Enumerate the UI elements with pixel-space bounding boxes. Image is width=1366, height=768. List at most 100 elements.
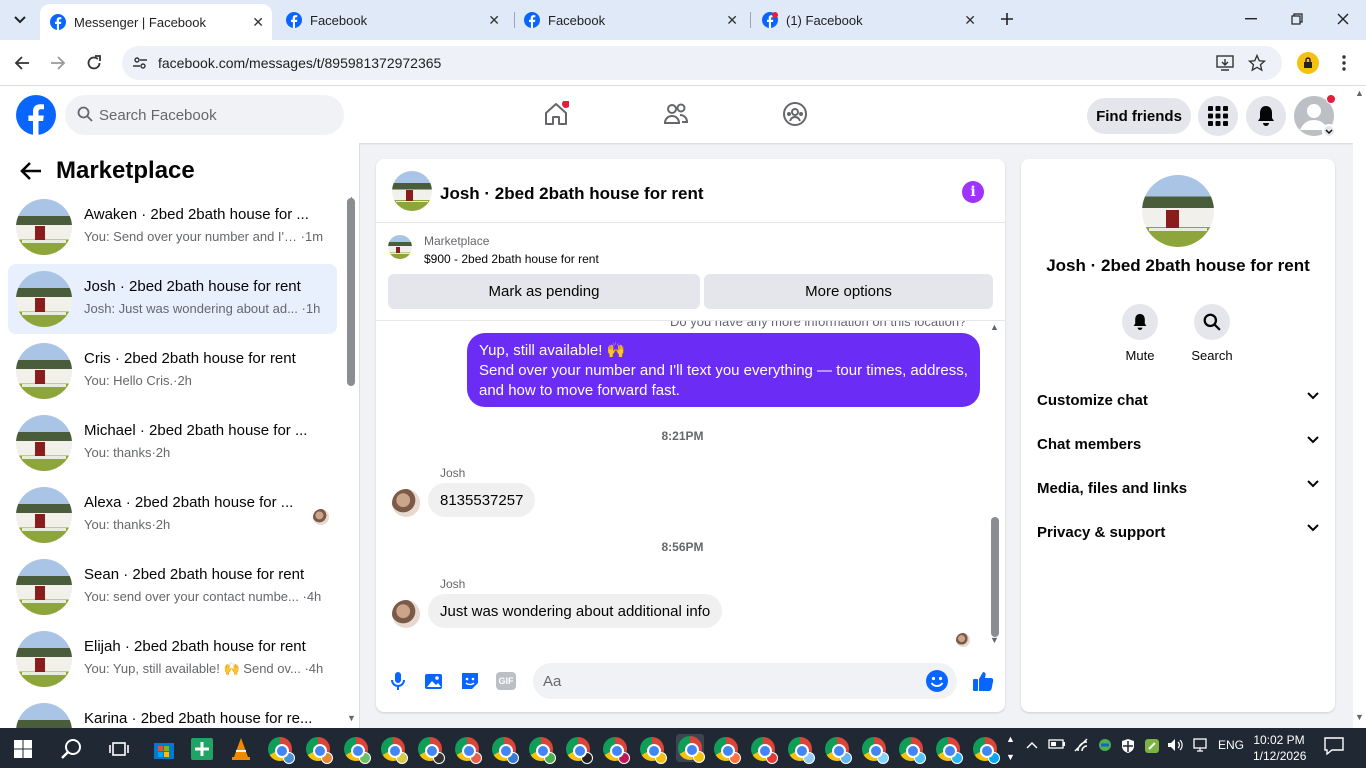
sidebar-scrollbar[interactable] xyxy=(347,198,355,386)
chat-title[interactable]: Josh · 2bed 2bath house for rent xyxy=(440,184,704,204)
facebook-search[interactable] xyxy=(65,95,344,135)
taskbar-scroll-arrows-icon[interactable]: ▲ ▼ xyxy=(1006,730,1015,766)
task-view-icon[interactable] xyxy=(106,736,132,762)
language-indicator[interactable]: ENG xyxy=(1218,738,1244,752)
tray-chevron-up-icon[interactable] xyxy=(1026,738,1038,752)
chrome-profile-icon[interactable] xyxy=(565,736,593,764)
chat-scrollbar[interactable] xyxy=(991,517,999,637)
notification-center-icon[interactable] xyxy=(1324,737,1344,758)
privacy-support-section[interactable]: Privacy & support xyxy=(1037,520,1319,544)
teams-app-icon[interactable] xyxy=(189,736,215,762)
conversation-item[interactable]: Cris · 2bed 2bath house for rent You: He… xyxy=(8,336,337,406)
conversation-item[interactable]: Elijah · 2bed 2bath house for rent You: … xyxy=(8,624,337,694)
account-avatar[interactable] xyxy=(1294,94,1336,138)
chrome-active-window-icon[interactable] xyxy=(676,734,705,763)
conversation-item[interactable]: Josh · 2bed 2bath house for rent Josh: J… xyxy=(8,264,337,334)
conversation-item[interactable]: Awaken · 2bed 2bath house for ... You: S… xyxy=(8,192,337,262)
chrome-profile-icon[interactable] xyxy=(267,736,295,764)
microsoft-store-icon[interactable] xyxy=(151,736,177,762)
site-settings-icon[interactable] xyxy=(132,55,148,71)
conversation-item[interactable]: Michael · 2bed 2bath house for ... You: … xyxy=(8,408,337,478)
chrome-profile-icon[interactable] xyxy=(380,736,408,764)
listing-thumbnail[interactable] xyxy=(388,235,412,259)
tab-close-icon[interactable]: ✕ xyxy=(726,12,738,29)
tray-green-app-icon[interactable] xyxy=(1144,738,1160,757)
minimize-icon[interactable] xyxy=(1240,8,1262,30)
emoji-icon[interactable] xyxy=(925,669,949,693)
forward-arrow-icon[interactable] xyxy=(46,51,70,75)
chrome-profile-icon[interactable] xyxy=(491,736,519,764)
bookmark-star-icon[interactable] xyxy=(1248,54,1266,72)
vlc-icon[interactable] xyxy=(228,736,254,762)
tray-app-icon[interactable] xyxy=(1097,738,1113,755)
chrome-profile-icon[interactable] xyxy=(787,736,815,764)
chrome-profile-icon[interactable] xyxy=(602,736,630,764)
volume-icon[interactable] xyxy=(1167,738,1183,755)
sticker-icon[interactable] xyxy=(458,669,482,693)
incoming-message[interactable]: 8135537257 xyxy=(428,483,536,517)
message-input[interactable] xyxy=(543,663,923,699)
more-options-button[interactable]: More options xyxy=(704,274,993,309)
incoming-message[interactable]: Just was wondering about additional info xyxy=(428,594,723,628)
sender-avatar[interactable] xyxy=(392,600,420,628)
microphone-icon[interactable] xyxy=(386,669,410,693)
scroll-down-arrow-icon[interactable]: ▼ xyxy=(347,713,356,723)
tab-facebook-3[interactable]: (1) Facebook ✕ xyxy=(752,0,984,40)
back-arrow-icon[interactable] xyxy=(20,161,42,181)
system-clock[interactable]: 10:02 PM 1/12/2026 xyxy=(1253,732,1306,764)
media-files-links-section[interactable]: Media, files and links xyxy=(1037,476,1319,500)
chrome-profile-icon[interactable] xyxy=(713,736,741,764)
customize-chat-section[interactable]: Customize chat xyxy=(1037,388,1319,412)
mute-button[interactable]: Mute xyxy=(1110,304,1170,363)
tab-facebook-1[interactable]: Facebook ✕ xyxy=(276,0,508,40)
profile-lock-icon[interactable] xyxy=(1296,51,1320,75)
conversation-item[interactable]: Sean · 2bed 2bath house for rent You: se… xyxy=(8,552,337,622)
display-icon[interactable] xyxy=(1192,738,1208,755)
scroll-down-arrow-icon[interactable]: ▼ xyxy=(1355,712,1364,722)
chat-avatar[interactable] xyxy=(392,171,432,211)
chrome-profile-icon[interactable] xyxy=(750,736,778,764)
chrome-profile-icon[interactable] xyxy=(528,736,556,764)
listing-price-title[interactable]: $900 - 2bed 2bath house for rent xyxy=(424,252,599,266)
chrome-profile-icon[interactable] xyxy=(861,736,889,764)
browser-menu-icon[interactable] xyxy=(1332,51,1356,75)
page-scrollbar[interactable]: ▲ ▼ xyxy=(1353,86,1366,728)
chat-members-section[interactable]: Chat members xyxy=(1037,432,1319,456)
tab-close-icon[interactable]: ✕ xyxy=(488,12,500,29)
chrome-profile-icon[interactable] xyxy=(454,736,482,764)
find-friends-button[interactable]: Find friends xyxy=(1087,98,1191,134)
scroll-up-arrow-icon[interactable]: ▲ xyxy=(990,322,999,332)
tab-messenger[interactable]: Messenger | Facebook ✕ xyxy=(40,4,272,40)
new-tab-plus-icon[interactable] xyxy=(996,8,1018,30)
home-nav-icon[interactable] xyxy=(541,99,571,129)
photo-attach-icon[interactable] xyxy=(422,669,446,693)
menu-grid-icon[interactable] xyxy=(1198,96,1238,136)
tab-close-icon[interactable]: ✕ xyxy=(964,12,976,29)
chrome-profile-icon[interactable] xyxy=(898,736,926,764)
facebook-logo-icon[interactable] xyxy=(16,95,56,135)
scroll-down-arrow-icon[interactable]: ▼ xyxy=(990,635,999,645)
reload-icon[interactable] xyxy=(82,51,106,75)
chrome-profile-icon[interactable] xyxy=(824,736,852,764)
restore-icon[interactable] xyxy=(1286,8,1308,30)
chrome-profile-icon[interactable] xyxy=(417,736,445,764)
mark-as-pending-button[interactable]: Mark as pending xyxy=(388,274,700,309)
chrome-profile-icon[interactable] xyxy=(639,736,667,764)
outgoing-message[interactable]: Yup, still available! 🙌 Send over your n… xyxy=(467,333,980,407)
chrome-profile-icon[interactable] xyxy=(972,736,1000,764)
gif-icon[interactable]: GIF xyxy=(494,669,518,693)
battery-icon[interactable] xyxy=(1048,738,1066,753)
install-app-icon[interactable] xyxy=(1216,54,1234,72)
notifications-bell-icon[interactable] xyxy=(1246,96,1286,136)
listing-avatar[interactable] xyxy=(1142,175,1214,247)
close-window-icon[interactable] xyxy=(1332,8,1354,30)
info-icon[interactable]: i xyxy=(962,181,984,203)
search-in-chat-button[interactable]: Search xyxy=(1182,304,1242,363)
tab-close-icon[interactable]: ✕ xyxy=(252,14,264,31)
tab-facebook-2[interactable]: Facebook ✕ xyxy=(514,0,746,40)
security-shield-icon[interactable] xyxy=(1120,738,1136,757)
chevron-down-icon[interactable] xyxy=(1322,124,1336,138)
conversation-item[interactable]: Alexa · 2bed 2bath house for ... You: th… xyxy=(8,480,337,550)
taskbar-search-icon[interactable] xyxy=(58,736,84,762)
chrome-profile-icon[interactable] xyxy=(305,736,333,764)
